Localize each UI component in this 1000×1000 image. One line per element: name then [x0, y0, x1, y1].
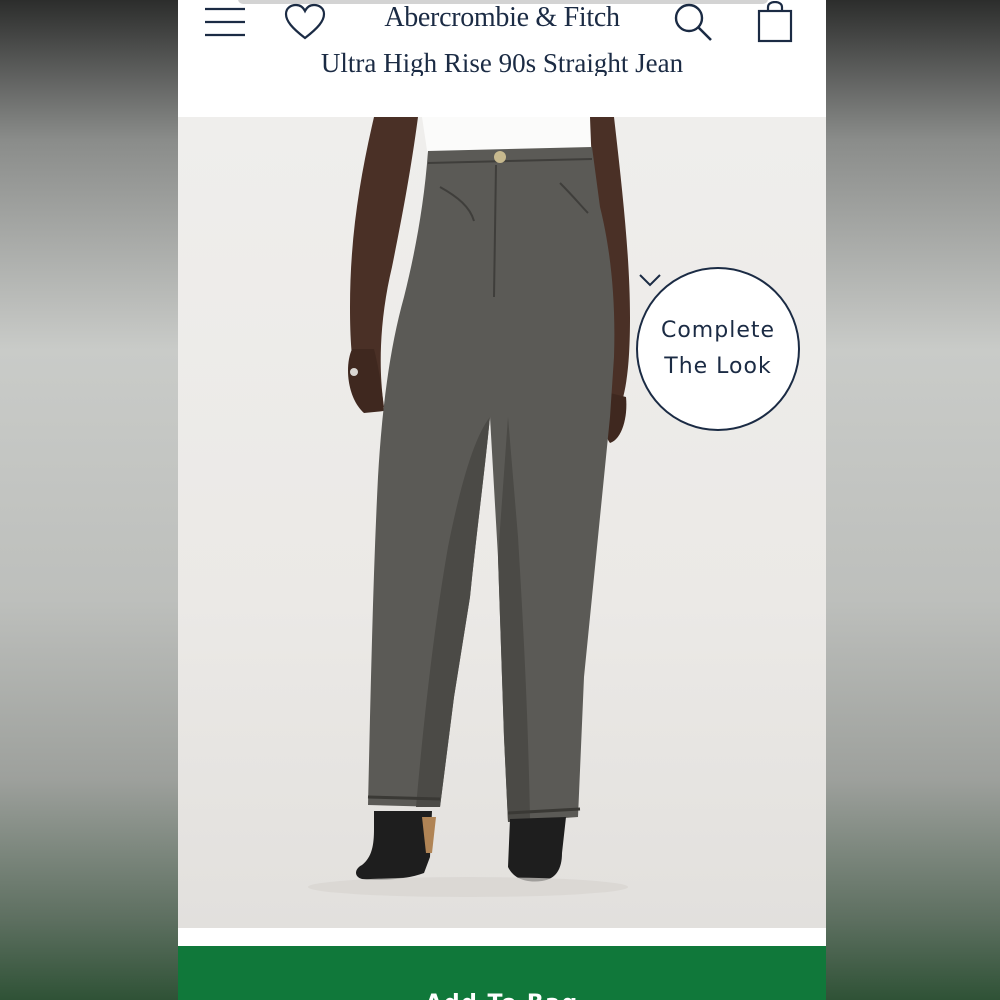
search-icon: [674, 3, 712, 41]
mobile-screen: Abercrombie & Fitch Ultra High Rise 90s …: [178, 0, 826, 1000]
shopping-bag-icon: [757, 1, 793, 43]
menu-icon: [205, 7, 245, 37]
brand-logo[interactable]: Abercrombie & Fitch: [356, 2, 648, 34]
menu-button[interactable]: [202, 2, 248, 42]
add-to-bag-button[interactable]: Add To Bag: [178, 946, 826, 1000]
shopping-bag-button[interactable]: [752, 1, 798, 43]
product-image[interactable]: Complete The Look: [178, 117, 826, 928]
heart-icon: [284, 3, 326, 40]
complete-the-look-line1: Complete: [660, 318, 776, 343]
favorites-button[interactable]: [282, 2, 328, 42]
top-nav-bar: Abercrombie & Fitch: [178, 0, 826, 46]
complete-the-look-line2: The Look: [664, 354, 772, 379]
left-backdrop: [0, 0, 178, 1000]
chevron-down-icon: [639, 274, 661, 287]
complete-the-look-button[interactable]: Complete The Look: [636, 267, 800, 431]
search-button[interactable]: [670, 2, 716, 42]
model-wearing-jeans-illustration: [308, 117, 630, 897]
right-backdrop: [826, 0, 1000, 1000]
product-title: Ultra High Rise 90s Straight Jean: [320, 50, 684, 76]
divider-gap: [178, 928, 826, 946]
